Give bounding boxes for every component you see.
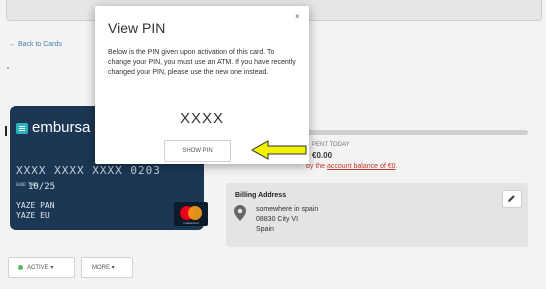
card-detail-page: ← Back to Cards embursa XXXX XXXX XXXX 0…	[0, 0, 546, 289]
pencil-icon	[508, 195, 515, 202]
card-brand: embursa	[32, 119, 91, 136]
address-line2: 08830 City VI	[256, 216, 299, 223]
location-pin-icon	[234, 205, 246, 221]
billing-address-title: Billing Address	[235, 192, 287, 199]
address-line3: Spain	[256, 226, 274, 233]
mastercard-label: mastercard	[183, 221, 199, 225]
balance-note: by the account balance of €0.	[306, 163, 397, 170]
brand-logo-icon	[16, 123, 28, 134]
modal-description: Below is the PIN given upon activation o…	[108, 49, 296, 76]
card-number: XXXX XXXX XXXX 0203	[16, 164, 161, 177]
billing-address-text: somewhere in spain 08830 City VI Spain	[256, 205, 318, 235]
billing-address-panel: Billing Address somewhere in spain 08830…	[226, 183, 528, 247]
spent-today-value: €0.00	[312, 151, 333, 160]
active-status-dropdown[interactable]: ACTIVE ▾	[8, 257, 75, 278]
card-holder-line2: YAZE EU	[16, 211, 50, 220]
card-expiry: 10/25	[28, 182, 56, 192]
close-icon[interactable]: ×	[295, 12, 300, 21]
status-dot-icon	[18, 265, 23, 270]
decorative-dot	[7, 67, 9, 69]
modal-title: View PIN	[108, 20, 166, 36]
mastercard-orange-circle	[188, 206, 202, 220]
arrow-pointer-icon	[250, 140, 307, 160]
active-status-label: ACTIVE ▾	[27, 265, 54, 271]
account-balance-link[interactable]: account balance of €0	[327, 163, 396, 170]
more-dropdown[interactable]: MORE ▾	[81, 257, 133, 278]
card-holder-line1: YAZE PAN	[16, 201, 55, 210]
pin-value: XXXX	[179, 110, 225, 127]
more-label: MORE ▾	[92, 265, 115, 271]
balance-prefix: by the	[306, 163, 328, 170]
show-pin-button[interactable]: SHOW PIN	[164, 140, 231, 162]
balance-suffix: .	[395, 163, 398, 170]
spent-today-label: PENT TODAY	[312, 142, 350, 148]
mastercard-icon: mastercard	[174, 202, 208, 226]
left-edge-mark	[5, 126, 7, 136]
edit-address-button[interactable]	[502, 190, 522, 208]
back-to-cards-link[interactable]: ← Back to Cards	[9, 41, 62, 48]
address-line1: somewhere in spain	[256, 206, 319, 213]
